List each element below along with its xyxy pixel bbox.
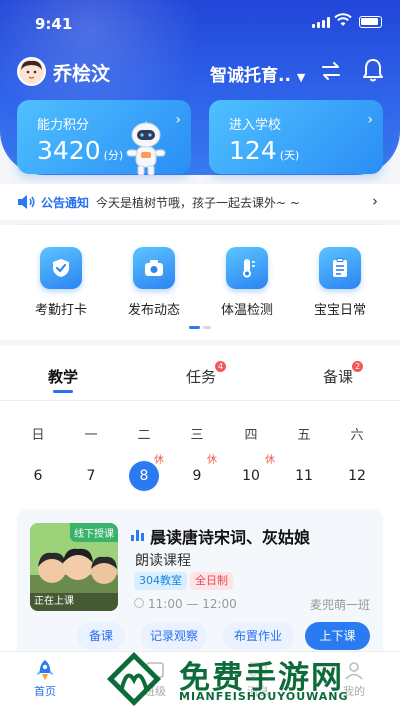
card-label: 能力积分 <box>37 118 90 133</box>
clock-icon <box>134 598 144 608</box>
tab-badge: 4 <box>215 361 227 372</box>
school-name: 智诚托育.. <box>210 66 291 86</box>
course-subtitle: 朗读课程 <box>135 553 191 569</box>
card-unit: (分) <box>103 149 124 162</box>
quick-action-label: 宝宝日常 <box>313 303 366 318</box>
thumbnail-caption: 正在上课 <box>34 596 74 607</box>
speaker-icon <box>18 195 35 209</box>
weekday-label: 四 <box>244 428 258 443</box>
camera-icon <box>133 247 175 289</box>
user-name[interactable]: 乔桧汶 <box>53 59 110 86</box>
calendar-day[interactable]: 11 <box>289 461 319 491</box>
watermark-logo-icon <box>107 652 161 706</box>
course-card[interactable]: 线下授课 正在上课 晨读唐诗宋词、灰姑娘 朗读课程 304教室 全日制 11:0… <box>17 509 383 659</box>
quick-action-post[interactable]: 发布动态 <box>114 247 194 318</box>
notice-bar[interactable]: 公告通知 今天是植树节哦，孩子一起去课外~ ~ › <box>0 184 400 220</box>
course-title: 晨读唐诗宋词、灰姑娘 <box>150 528 311 547</box>
wifi-icon <box>334 13 352 26</box>
course-thumbnail: 线下授课 正在上课 <box>30 523 118 611</box>
rocket-icon <box>15 657 75 683</box>
audio-bars-icon <box>131 529 144 541</box>
thumbnail-tag: 线下授课 <box>70 523 118 542</box>
astronaut-robot-icon <box>126 121 166 176</box>
site-watermark: 免费手游网 MIANFEISHOUYOUWANG <box>103 648 400 711</box>
calendar-day[interactable]: 9 <box>182 461 212 491</box>
calendar-day-selected[interactable]: 8 <box>129 461 159 491</box>
tab-label: 教学 <box>48 368 79 386</box>
weekday-label: 日 <box>31 428 45 443</box>
school-selector[interactable]: 智诚托育.. ▼ <box>210 61 305 86</box>
tab-label: 任务 <box>186 368 217 386</box>
weekday-label: 三 <box>190 428 204 443</box>
status-bar: 9:41 <box>0 0 400 44</box>
prepare-lesson-button[interactable]: 备课 <box>77 622 125 650</box>
tab-tasks[interactable]: 任务 4 <box>186 361 227 387</box>
record-observation-button[interactable]: 记录观察 <box>141 622 207 650</box>
type-tag: 全日制 <box>190 572 233 590</box>
rest-day-marker: 休 <box>154 455 164 466</box>
page-indicator <box>189 326 211 329</box>
clipboard-icon <box>319 247 361 289</box>
card-value: 124 (天) <box>229 136 299 165</box>
child-avatar-icon <box>19 59 44 84</box>
assign-homework-button[interactable]: 布置作业 <box>222 622 294 650</box>
tab-teaching[interactable]: 教学 <box>48 366 79 393</box>
thermometer-icon <box>226 247 268 289</box>
divider <box>0 400 400 401</box>
tab-badge: 2 <box>352 361 364 372</box>
battery-icon <box>359 16 382 28</box>
cellular-signal-icon <box>312 17 330 28</box>
weekday-label: 一 <box>84 428 98 443</box>
calendar-day[interactable]: 10 <box>236 461 266 491</box>
check-shield-icon <box>40 247 82 289</box>
quick-action-attendance[interactable]: 考勤打卡 <box>21 247 101 318</box>
calendar-day[interactable]: 7 <box>76 461 106 491</box>
status-time: 9:41 <box>35 15 73 33</box>
quick-action-label: 考勤打卡 <box>34 303 87 318</box>
chevron-right-icon: › <box>367 112 373 128</box>
weekday-label: 五 <box>297 428 311 443</box>
caret-down-icon: ▼ <box>296 71 306 84</box>
class-name: 麦兜萌一班 <box>309 598 370 612</box>
card-unit: (天) <box>279 149 300 162</box>
notice-text: 今天是植树节哦，孩子一起去课外~ ~ <box>96 196 300 210</box>
chevron-right-icon: › <box>372 192 378 210</box>
quick-action-daily[interactable]: 宝宝日常 <box>300 247 380 318</box>
avatar[interactable] <box>17 57 46 86</box>
school-days-card[interactable]: 进入学校 124 (天) › <box>209 100 383 174</box>
notice-tag: 公告通知 <box>41 196 90 210</box>
card-value: 3420 (分) <box>37 136 123 165</box>
quick-action-temperature[interactable]: 体温检测 <box>207 247 287 318</box>
tab-label: 备课 <box>323 368 354 386</box>
rest-day-marker: 休 <box>265 455 275 466</box>
days-value: 124 <box>229 136 277 165</box>
weekday-label: 六 <box>350 428 364 443</box>
tab-home[interactable]: 首页 <box>15 657 75 699</box>
points-value: 3420 <box>37 136 101 165</box>
tab-underline <box>53 390 73 393</box>
room-tag: 304教室 <box>134 572 187 590</box>
chevron-right-icon: › <box>175 112 181 128</box>
course-time: 11:00 — 12:00 <box>148 597 237 611</box>
class-start-end-button[interactable]: 上下课 <box>305 622 370 650</box>
calendar-day[interactable]: 12 <box>342 461 372 491</box>
quick-action-label: 发布动态 <box>127 303 180 318</box>
tab-lesson-prep[interactable]: 备课 2 <box>323 361 364 387</box>
calendar-day[interactable]: 6 <box>23 461 53 491</box>
quick-actions: 考勤打卡 发布动态 体温检测 宝宝日常 <box>0 225 400 340</box>
switch-icon[interactable] <box>320 60 342 82</box>
tab-home-label: 首页 <box>34 685 56 698</box>
weekday-label: 二 <box>137 428 151 443</box>
card-label: 进入学校 <box>229 118 282 133</box>
app-screen: 9:41 乔桧汶 智诚托育.. ▼ 能力积分 3420 (分) › 进入学校 12… <box>0 0 400 711</box>
bell-icon[interactable] <box>361 57 385 83</box>
watermark-subtext: MIANFEISHOUYOUWANG <box>179 690 349 703</box>
quick-action-label: 体温检测 <box>220 303 273 318</box>
